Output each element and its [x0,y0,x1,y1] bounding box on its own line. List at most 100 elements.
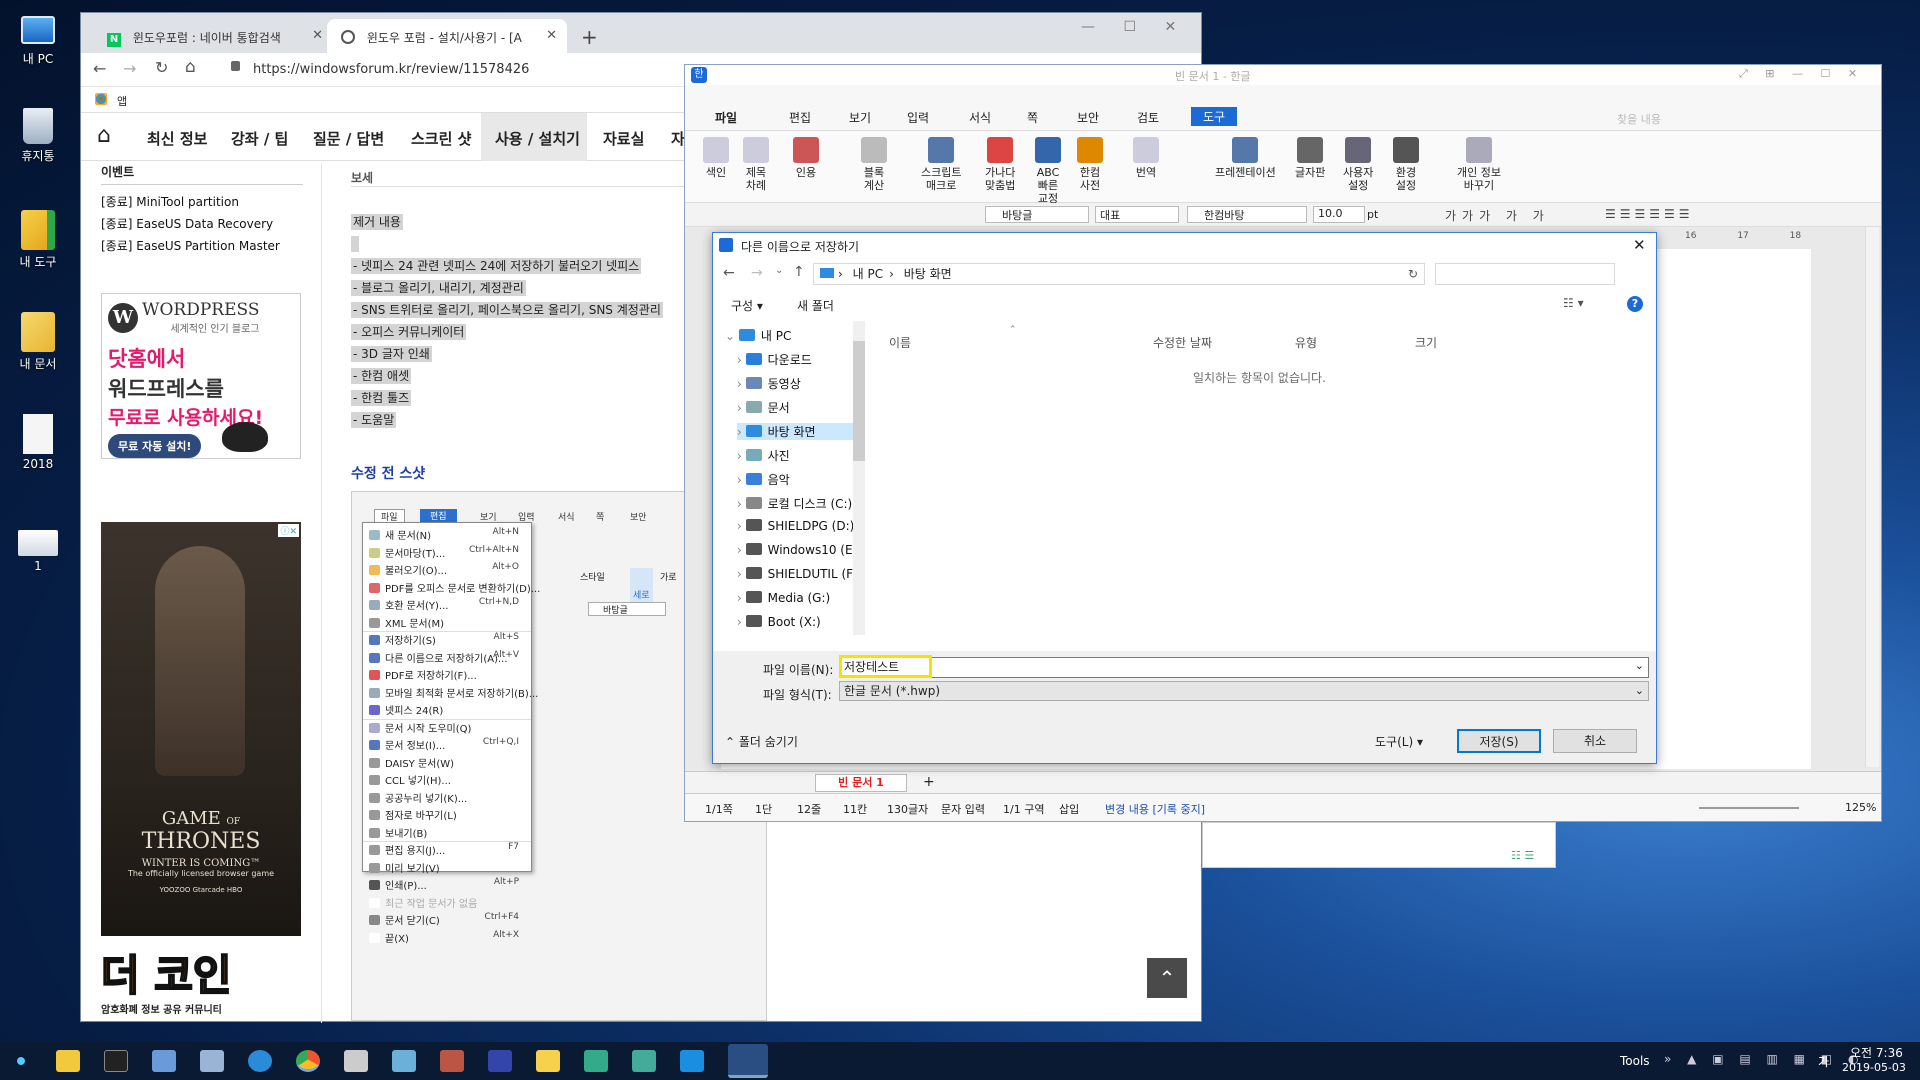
breadcrumb-desktop[interactable]: 바탕 화면 [904,267,952,281]
chrome-icon[interactable] [296,1050,320,1072]
maximize-icon[interactable]: ☐ [1123,19,1136,35]
expand-arrow-icon[interactable]: › [737,543,746,557]
notepad-icon[interactable] [392,1050,416,1072]
expand-arrow-icon[interactable]: › [737,425,746,439]
menu-edit[interactable]: 편집 [789,109,811,126]
clock-time[interactable]: 오전 7:36 [1850,1044,1903,1061]
expand-arrow-icon[interactable]: › [737,377,746,391]
tray-tools-label[interactable]: Tools [1620,1054,1650,1068]
apps-label[interactable]: 앱 [117,93,127,109]
scroll-top-button[interactable]: ⌃ [1147,958,1187,998]
nav-tree-item[interactable]: › 문서 [737,399,790,416]
status-item[interactable]: 12줄 [797,801,821,817]
event-item[interactable]: [종료] EaseUS Data Recovery [101,215,303,232]
nav-qa[interactable]: 질문 / 답변 [313,128,384,149]
home-icon[interactable]: ⌂ [185,57,196,77]
column-type[interactable]: 유형 [1295,334,1317,351]
ribbon-button[interactable]: ABC 빠른 교정 [1035,137,1061,205]
menu-tools[interactable]: 도구 [1191,107,1238,126]
adchoices-icon[interactable]: ⓘ✕ [278,524,299,537]
expand-arrow-icon[interactable]: › [737,567,746,581]
menu-format[interactable]: 서식 [969,109,991,126]
zoom-slider[interactable] [1699,807,1799,809]
column-size[interactable]: 크기 [1415,334,1437,351]
close-tab-icon[interactable]: ✕ [546,28,557,43]
nav-review[interactable]: 사용 / 설치기 [495,128,580,149]
hwp-taskbar-icon[interactable] [728,1044,768,1078]
close-icon[interactable]: ✕ [1164,19,1176,35]
app-icon-1[interactable] [152,1050,176,1072]
ribbon-button[interactable]: 개인 정보 바꾸기 [1457,137,1501,192]
save-button[interactable]: 저장(S) [1457,729,1541,753]
nav-tree-item[interactable]: › 동영상 [737,375,801,392]
nav-tree-item[interactable]: › 바탕 화면 [737,423,857,440]
status-item[interactable]: 변경 내용 [기록 중지] [1105,801,1205,817]
apps-icon[interactable] [95,93,107,105]
status-item[interactable]: 1단 [755,801,772,817]
ribbon-button[interactable]: 인용 [793,137,819,179]
style-select[interactable]: 바탕글 [985,206,1089,223]
wp-install-button[interactable]: 무료 자동 설치! [108,434,202,458]
app-icon-2[interactable] [344,1050,368,1072]
event-item[interactable]: [종료] EaseUS Partition Master [101,237,303,254]
nav-tree-item[interactable]: › SHIELDUTIL (F:) [737,567,861,581]
expand-arrow-icon[interactable]: › [737,497,746,511]
column-date[interactable]: 수정한 날짜 [1153,334,1212,351]
status-item[interactable]: 1/1 구역 [1003,801,1044,817]
remote-desktop-icon[interactable] [200,1050,224,1072]
size-field[interactable]: 10.0 [1313,206,1365,223]
menu-view[interactable]: 보기 [849,109,871,126]
zoom-level[interactable]: 125% [1845,801,1876,814]
hwp-search-field[interactable]: 찾을 내용 [1617,111,1757,127]
expand-arrow-icon[interactable]: › [737,615,746,629]
hwp-vscroll[interactable] [1865,227,1879,767]
nav-screenshot[interactable]: 스크린 샷 [411,128,471,149]
status-item[interactable]: 삽입 [1059,801,1079,817]
folder-icon[interactable] [536,1050,560,1072]
lang-select[interactable]: 대표 [1095,206,1179,223]
nav-tree-item[interactable]: › 사진 [737,447,790,464]
nav-tree-item[interactable]: › 로컬 디스크 (C:) [737,495,852,512]
align-icons[interactable]: ☰☰☰☰☰☰ [1605,207,1694,221]
got-ad[interactable]: ⓘ✕ GAME OF THRONES WINTER IS COMING™ The… [101,522,301,936]
save-icon[interactable] [488,1050,512,1072]
breadcrumb[interactable]: › 내 PC › 바탕 화면 ↻ [813,263,1425,285]
expand-arrow-icon[interactable]: › [737,449,746,463]
ribbon-button[interactable]: 색인 [703,137,729,179]
nav-tips[interactable]: 강좌 / 팁 [231,128,288,149]
menu-file[interactable]: 파일 [715,109,737,126]
desktop-icon-tools[interactable]: 내 도구 [0,210,76,270]
add-doc-tab-icon[interactable]: + [923,774,935,790]
ie-icon[interactable] [248,1050,272,1072]
status-item[interactable]: 130글자 [887,801,928,817]
ribbon-button[interactable]: 글자판 [1295,137,1325,179]
terminal-icon[interactable] [104,1050,128,1072]
home-nav-icon[interactable]: ⌂ [97,123,111,148]
nav-tree-item[interactable]: › SHIELDPG (D:) [737,519,854,533]
ime-indicator[interactable]: 가 [1818,1053,1829,1070]
recent-locations-icon[interactable]: ⌄ [775,265,783,276]
refresh-icon[interactable]: ↻ [1408,264,1418,284]
nav-tree-item[interactable]: › Media (G:) [737,591,830,605]
desktop-icon-1[interactable]: 1 [0,530,76,573]
ribbon-button[interactable]: 스크립트 매크로 [921,137,961,192]
nav-tree-item[interactable]: › 다운로드 [737,351,812,368]
tools-button[interactable]: 도구(L) ▾ [1375,733,1423,750]
network-icon[interactable] [632,1050,656,1072]
desktop-icon-2018[interactable]: 2018 [0,414,76,471]
desktop-icon-recycle-bin[interactable]: 휴지통 [0,108,76,164]
ribbon-button[interactable]: 한컴 사전 [1077,137,1103,192]
dialog-search-field[interactable] [1435,263,1615,285]
event-item[interactable]: [종료] MiniTool partition [101,193,303,210]
nav-tree-item[interactable]: › Boot (X:) [737,615,821,629]
app-icon-4[interactable] [584,1050,608,1072]
menu-security[interactable]: 보안 [1077,109,1099,126]
expand-arrow-icon[interactable]: › [737,519,746,533]
chevron-down-icon[interactable]: ⌄ [1635,659,1644,672]
expand-arrow-icon[interactable]: › [737,591,746,605]
back-icon[interactable]: ← [723,265,735,281]
doc-tab[interactable]: 빈 문서 1 [815,774,907,792]
explorer-icon[interactable] [56,1050,80,1072]
ribbon-button[interactable]: 사용자 설정 [1343,137,1373,192]
breadcrumb-pc[interactable]: 내 PC [853,267,883,281]
